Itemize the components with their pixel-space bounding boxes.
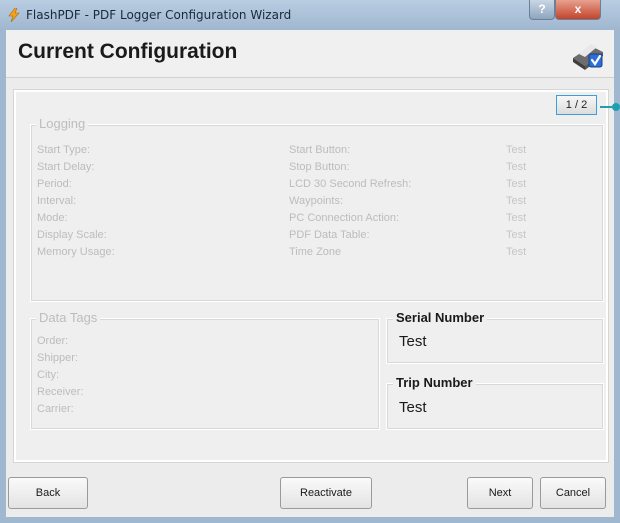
data-tags-group: Data Tags — [30, 310, 380, 430]
display-scale-label: Display Scale: — [37, 229, 107, 241]
trip-number-legend: Trip Number — [393, 375, 476, 390]
start-button-value: Test — [506, 144, 527, 156]
city-label: City: — [37, 369, 59, 381]
waypoints-value: Test — [506, 195, 527, 207]
order-label: Order: — [37, 335, 69, 347]
cancel-button[interactable]: Cancel — [540, 477, 606, 509]
printer-check-icon — [573, 44, 603, 70]
start-button-label: Start Button: — [289, 144, 351, 156]
flash-app-icon — [8, 8, 20, 22]
waypoints-label: Waypoints: — [289, 195, 344, 207]
serial-number-legend: Serial Number — [393, 310, 488, 325]
help-button[interactable]: ? — [529, 0, 555, 20]
stop-button-label: Stop Button: — [289, 161, 350, 173]
shipper-label: Shipper: — [37, 352, 78, 364]
period-label: Period: — [37, 178, 72, 190]
interval-label: Interval: — [37, 195, 77, 207]
reactivate-button[interactable]: Reactivate — [280, 477, 372, 509]
pc-connection-action-label: PC Connection Action: — [289, 212, 400, 224]
receiver-label: Receiver: — [37, 386, 84, 398]
window-title: FlashPDF - PDF Logger Configuration Wiza… — [26, 8, 292, 22]
time-zone-value: Test — [506, 246, 527, 258]
next-button[interactable]: Next — [467, 477, 533, 509]
page-title: Current Configuration — [18, 40, 238, 63]
start-delay-label: Start Delay: — [37, 161, 95, 173]
back-button[interactable]: Back — [8, 477, 88, 509]
time-zone-label: Time Zone — [289, 246, 342, 258]
title-bar[interactable]: FlashPDF - PDF Logger Configuration Wiza… — [0, 0, 620, 30]
wizard-window: FlashPDF - PDF Logger Configuration Wiza… — [0, 0, 620, 523]
wizard-header: Current Configuration — [6, 30, 614, 78]
mode-label: Mode: — [37, 212, 68, 224]
trip-number-value: Test — [399, 399, 427, 416]
pointer-dot — [612, 103, 620, 111]
serial-number-value: Test — [399, 333, 427, 350]
lcd-refresh-label: LCD 30 Second Refresh: — [289, 178, 412, 190]
close-button[interactable]: x — [555, 0, 601, 20]
logging-legend: Logging — [36, 116, 89, 131]
start-type-label: Start Type: — [37, 144, 90, 156]
pointer-line — [600, 106, 612, 108]
page-indicator-button[interactable]: 1 / 2 — [556, 95, 597, 115]
data-tags-legend: Data Tags — [36, 310, 101, 325]
carrier-label: Carrier: — [37, 403, 74, 415]
pdf-data-table-label: PDF Data Table: — [289, 229, 370, 241]
pc-connection-action-value: Test — [506, 212, 527, 224]
memory-usage-label: Memory Usage: — [37, 246, 115, 258]
lcd-refresh-value: Test — [506, 178, 527, 190]
pdf-data-table-value: Test — [506, 229, 527, 241]
stop-button-value: Test — [506, 161, 527, 173]
